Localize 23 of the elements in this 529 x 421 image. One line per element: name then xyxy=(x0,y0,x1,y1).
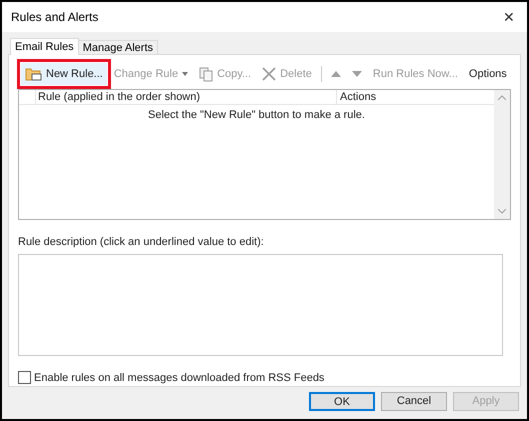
checkbox[interactable] xyxy=(18,371,31,384)
close-button[interactable]: ✕ xyxy=(499,6,519,28)
window-title: Rules and Alerts xyxy=(11,9,98,26)
checkbox-label: Enable rules on all messages downloaded from RSS Feeds xyxy=(34,370,324,386)
scroll-down-icon[interactable] xyxy=(498,208,506,214)
dialog-button[interactable]: OK xyxy=(309,392,375,411)
down-arrow-icon xyxy=(352,71,362,77)
folder-icon xyxy=(25,67,42,81)
scroll-up-icon[interactable] xyxy=(498,95,506,100)
description-label: Rule description (click an underlined value to edit): xyxy=(18,234,265,250)
new-rule-button[interactable]: New Rule... xyxy=(21,63,107,85)
up-arrow-icon xyxy=(330,71,341,77)
scrollbar[interactable] xyxy=(494,90,510,219)
toolbar-button[interactable]: Options xyxy=(464,63,511,85)
caret-icon xyxy=(182,72,188,76)
column-header[interactable]: Rule (applied in the order shown) xyxy=(36,90,337,104)
copy-icon xyxy=(199,66,214,82)
delete-icon xyxy=(262,67,276,81)
dialog-button[interactable]: Cancel xyxy=(381,392,447,411)
tab[interactable]: Manage Alerts xyxy=(78,40,158,55)
tab[interactable]: Email Rules xyxy=(10,38,79,55)
empty-list-message: Select the "New Rule" button to make a rule. xyxy=(147,108,366,123)
column-header[interactable]: Actions xyxy=(337,90,494,104)
